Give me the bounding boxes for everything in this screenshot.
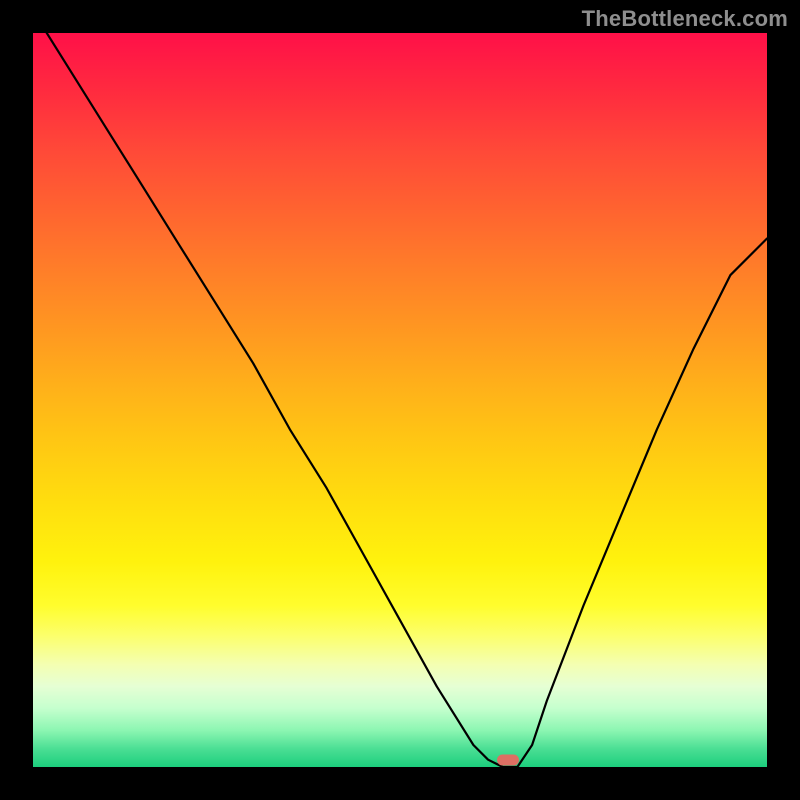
optimal-marker — [497, 755, 519, 766]
chart-frame: TheBottleneck.com — [0, 0, 800, 800]
curve-path — [33, 33, 767, 767]
bottleneck-curve — [33, 33, 767, 767]
plot-area — [33, 33, 767, 767]
watermark-text: TheBottleneck.com — [582, 6, 788, 32]
